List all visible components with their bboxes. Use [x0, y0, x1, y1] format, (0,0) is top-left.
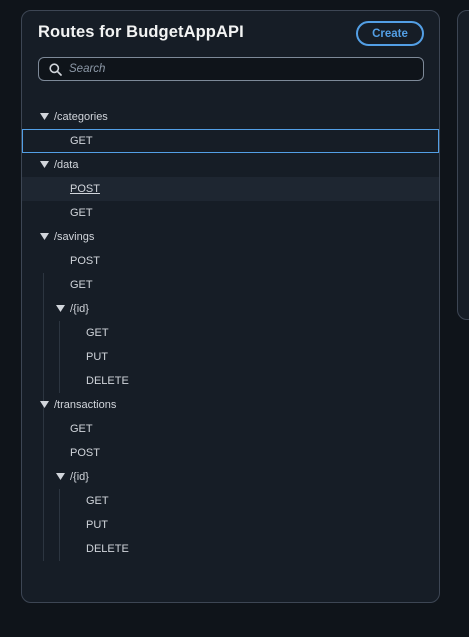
route-label: /data — [54, 159, 79, 171]
search-box[interactable] — [38, 57, 424, 81]
route-method-savings-get[interactable]: GET — [22, 273, 439, 297]
route-resource-data[interactable]: /data — [22, 153, 439, 177]
route-label: DELETE — [86, 543, 129, 555]
caret-down-icon[interactable] — [56, 473, 65, 481]
route-label: /{id} — [70, 303, 89, 315]
route-label: DELETE — [86, 375, 129, 387]
routes-panel: Routes for BudgetAppAPI Create Search /c… — [21, 10, 440, 603]
route-label: /savings — [54, 231, 95, 243]
route-label: POST — [70, 183, 100, 195]
caret-down-icon[interactable] — [56, 305, 65, 313]
route-label: POST — [70, 255, 100, 267]
route-resource-transactions-id[interactable]: /{id} — [22, 465, 439, 489]
route-method-data-post[interactable]: POST — [22, 177, 439, 201]
route-resource-categories[interactable]: /categories — [22, 105, 439, 129]
search-input[interactable] — [69, 63, 409, 75]
route-label: POST — [70, 447, 100, 459]
route-label: PUT — [86, 519, 108, 531]
caret-down-icon[interactable] — [40, 113, 49, 121]
route-method-transactions-get[interactable]: GET — [22, 417, 439, 441]
route-method-savings-id-get[interactable]: GET — [22, 321, 439, 345]
route-method-categories-get[interactable]: GET — [22, 129, 439, 153]
route-label: GET — [70, 423, 93, 435]
route-method-savings-id-delete[interactable]: DELETE — [22, 369, 439, 393]
route-label: /transactions — [54, 399, 117, 411]
route-method-data-get[interactable]: GET — [22, 201, 439, 225]
panel-title: Routes for BudgetAppAPI — [38, 23, 244, 41]
route-label: /categories — [54, 111, 108, 123]
adjacent-panel-edge — [457, 10, 469, 320]
route-label: GET — [70, 207, 93, 219]
route-label: GET — [86, 495, 109, 507]
route-label: GET — [86, 327, 109, 339]
route-method-transactions-id-put[interactable]: PUT — [22, 513, 439, 537]
route-label: /{id} — [70, 471, 89, 483]
create-button[interactable]: Create — [356, 21, 424, 46]
route-method-transactions-id-get[interactable]: GET — [22, 489, 439, 513]
routes-tree: /categories GET /data POST GET /savings … — [22, 105, 439, 561]
route-label: GET — [70, 135, 93, 147]
caret-down-icon[interactable] — [40, 401, 49, 409]
search-icon — [49, 62, 62, 76]
route-method-transactions-id-delete[interactable]: DELETE — [22, 537, 439, 561]
caret-down-icon[interactable] — [40, 161, 49, 169]
route-label: PUT — [86, 351, 108, 363]
route-resource-savings-id[interactable]: /{id} — [22, 297, 439, 321]
route-method-savings-id-put[interactable]: PUT — [22, 345, 439, 369]
route-method-savings-post[interactable]: POST — [22, 249, 439, 273]
caret-down-icon[interactable] — [40, 233, 49, 241]
route-method-transactions-post[interactable]: POST — [22, 441, 439, 465]
route-resource-savings[interactable]: /savings — [22, 225, 439, 249]
page: Routes for BudgetAppAPI Create Search /c… — [0, 0, 469, 637]
route-resource-transactions[interactable]: /transactions — [22, 393, 439, 417]
route-label: GET — [70, 279, 93, 291]
